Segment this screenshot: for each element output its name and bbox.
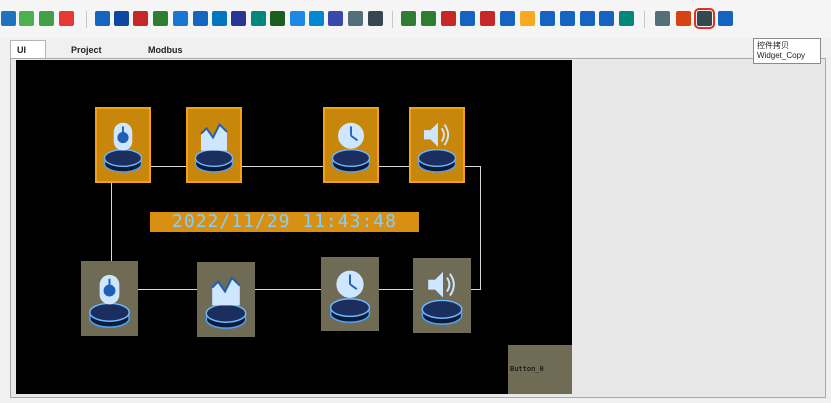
table3-icon[interactable] (59, 11, 74, 26)
image-icon[interactable] (95, 11, 110, 26)
widget-thermometer[interactable] (95, 107, 151, 183)
table2-icon[interactable] (39, 11, 54, 26)
paste-icon[interactable] (676, 11, 691, 26)
widget-chart[interactable] (197, 262, 255, 337)
chart-icon (194, 123, 234, 173)
stack-icon[interactable] (251, 11, 266, 26)
delete-icon[interactable] (655, 11, 670, 26)
widget-thermometer[interactable] (81, 261, 138, 336)
gear-icon[interactable] (290, 11, 305, 26)
widget-clock[interactable] (321, 257, 379, 331)
same-height-icon[interactable] (500, 11, 515, 26)
tooltip-subtitle: Widget_Copy (757, 51, 806, 60)
fit-icon[interactable] (619, 11, 634, 26)
speaker-icon[interactable] (368, 11, 383, 26)
zoom-out-icon[interactable] (599, 11, 614, 26)
cursor-copy-icon[interactable] (694, 8, 715, 29)
widget-clock[interactable] (323, 107, 379, 183)
align-top-icon[interactable] (441, 11, 456, 26)
clock-icon (331, 122, 371, 173)
clock-icon (329, 270, 371, 323)
clock-icon[interactable] (173, 11, 188, 26)
tab-modbus[interactable]: Modbus (141, 40, 190, 59)
same-width-icon[interactable] (480, 11, 495, 26)
import-icon[interactable] (328, 11, 343, 26)
tooltip: 控件拷贝 Widget_Copy (753, 38, 821, 64)
export-icon[interactable] (309, 11, 324, 26)
tab-project-setting[interactable]: Project Setting (64, 40, 109, 73)
widget-speaker[interactable] (413, 258, 471, 333)
toolbar-separator (86, 11, 87, 28)
distribute-h-icon[interactable] (540, 11, 555, 26)
align-left-icon[interactable] (401, 11, 416, 26)
distribute-v-icon[interactable] (560, 11, 575, 26)
grid-icon[interactable] (1, 11, 16, 26)
widget-chart[interactable] (186, 107, 242, 183)
hmi-screen[interactable]: 2022/11/29 11:43:48 (16, 60, 572, 394)
zoom-in-icon[interactable] (580, 11, 595, 26)
printer-icon[interactable] (212, 11, 227, 26)
align-right-icon[interactable] (421, 11, 436, 26)
speaker-icon (421, 271, 463, 325)
button-widget[interactable]: Button_0 (508, 345, 572, 394)
thermometer-icon (89, 274, 130, 328)
widget-speaker[interactable] (409, 107, 465, 183)
toolbar-separator (644, 11, 645, 28)
lock-icon[interactable] (114, 11, 129, 26)
tab-ui-page[interactable]: UI Page (10, 40, 46, 73)
properties-icon[interactable] (718, 11, 733, 26)
toolbar (0, 0, 831, 38)
qr-icon[interactable] (231, 11, 246, 26)
list-icon[interactable] (270, 11, 285, 26)
picture2-icon[interactable] (348, 11, 363, 26)
speaker-icon (417, 122, 457, 173)
toolbar-separator (392, 11, 393, 28)
same-size-icon[interactable] (520, 11, 535, 26)
picture-icon[interactable] (153, 11, 168, 26)
thermometer-icon (103, 122, 143, 173)
table-icon[interactable] (19, 11, 34, 26)
number-icon[interactable] (133, 11, 148, 26)
datetime-display[interactable]: 2022/11/29 11:43:48 (150, 212, 419, 232)
tooltip-title: 控件拷贝 (757, 41, 789, 50)
chart-icon (205, 276, 247, 329)
slider-icon[interactable] (193, 11, 208, 26)
align-bottom-icon[interactable] (460, 11, 475, 26)
